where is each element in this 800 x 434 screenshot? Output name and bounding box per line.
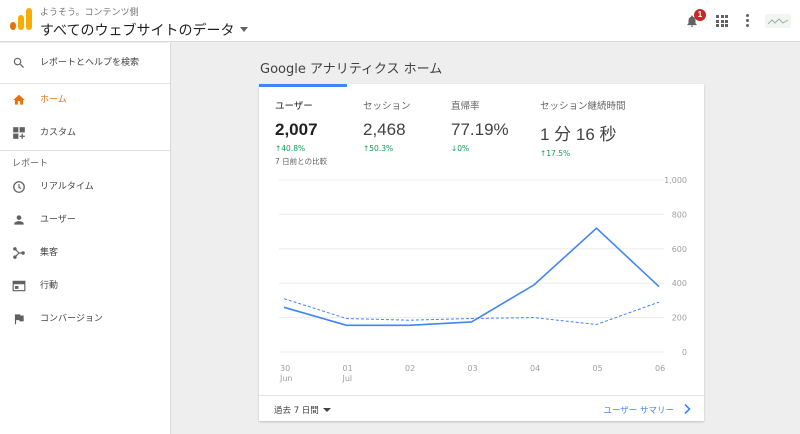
x-tick-label: Jul [342, 374, 353, 383]
clock-icon [13, 181, 25, 193]
sidebar-item-audience[interactable]: ユーザー [0, 204, 170, 236]
y-tick-label: 600 [672, 245, 687, 254]
sidebar-nav: レポートとヘルプを検索 ホーム カスタム レポート リアルタイム ユーザー 集客… [0, 43, 171, 434]
x-tick-label: Jun [279, 374, 293, 383]
metric-value: 2,007 [275, 120, 318, 139]
sidebar-search-label: レポートとヘルプを検索 [40, 58, 140, 68]
x-tick-label: 03 [468, 364, 478, 373]
y-tick-label: 800 [672, 210, 687, 219]
notification-badge: 1 [694, 9, 706, 21]
metric-name: セッション継続時間 [540, 101, 626, 112]
acquisition-icon [13, 247, 25, 259]
account-name[interactable]: ようそう。コンテンツ側 [40, 5, 138, 18]
top-app-bar: ようそう。コンテンツ側 すべてのウェブサイトのデータ 1 [0, 0, 800, 42]
person-icon [14, 215, 24, 225]
sidebar-item-acquisition[interactable]: 集客 [0, 237, 170, 269]
audience-overview-link[interactable]: ユーザー サマリー [603, 404, 674, 416]
chevron-down-icon [322, 408, 331, 412]
metric-comparison: 7 日前との比較 [275, 157, 328, 166]
metric-delta: ↑17.5% [540, 149, 571, 158]
metric-value: 77.19% [451, 120, 509, 139]
metric-value: 2,468 [363, 120, 406, 139]
x-tick-label: 02 [405, 364, 415, 373]
sidebar-item-home[interactable]: ホーム [0, 84, 170, 116]
home-icon [13, 94, 25, 105]
sidebar-item-label: リアルタイム [40, 182, 94, 192]
avatar[interactable] [765, 14, 791, 28]
sidebar-item-label: ホーム [40, 95, 67, 105]
sidebar-item-label: 行動 [40, 281, 59, 291]
card-footer: 過去 7 日間 ユーザー サマリー [259, 395, 704, 421]
x-tick-label: 05 [593, 364, 603, 373]
metric-value: 1 分 16 秒 [540, 125, 617, 144]
dashboard-add-icon [13, 127, 25, 139]
metric-tab-session-duration[interactable]: セッション継続時間 1 分 16 秒 ↑17.5% [540, 98, 626, 158]
sidebar-item-label: カスタム [40, 128, 77, 138]
property-name: すべてのウェブサイトのデータ [40, 23, 235, 39]
page-title: Google アナリティクス ホーム [260, 62, 443, 77]
x-tick-label: 04 [530, 364, 540, 373]
y-tick-label: 200 [672, 314, 687, 323]
sidebar-item-conversions[interactable]: コンバージョン [0, 303, 170, 335]
x-tick-label: 06 [655, 364, 665, 373]
series-line-comparison [283, 298, 660, 326]
analytics-logo-icon[interactable] [10, 8, 32, 30]
y-tick-label: 1,000 [664, 176, 687, 185]
sidebar-item-behavior[interactable]: 行動 [0, 270, 170, 302]
chevron-down-icon [240, 27, 249, 32]
property-selector[interactable]: すべてのウェブサイトのデータ [40, 20, 249, 40]
metric-tab-sessions[interactable]: セッション 2,468 ↑50.3% [363, 98, 411, 153]
sidebar-item-label: コンバージョン [40, 314, 103, 324]
date-range-selector[interactable]: 過去 7 日間 [274, 404, 331, 416]
metric-tab-users[interactable]: ユーザー 2,007 ↑40.8% 7 日前との比較 [275, 98, 327, 167]
sidebar-section-reports: レポート [12, 159, 49, 169]
x-tick-label: 30 [280, 364, 290, 373]
sidebar-divider [0, 150, 170, 151]
avatar-image-icon [767, 18, 789, 25]
flag-icon [14, 314, 24, 325]
behavior-icon [12, 280, 26, 292]
sidebar-search[interactable]: レポートとヘルプを検索 [0, 47, 170, 79]
chevron-right-icon[interactable] [682, 403, 692, 415]
more-vert-icon[interactable] [746, 14, 750, 28]
y-tick-label: 400 [672, 279, 687, 288]
sidebar-item-realtime[interactable]: リアルタイム [0, 171, 170, 203]
users-line-chart: 0 200 400 600 800 1,000 30Jun 01Jul 02 03 04 05 06 [279, 176, 687, 383]
y-tick-label: 0 [682, 348, 687, 357]
home-summary-card: ユーザー 2,007 ↑40.8% 7 日前との比較 セッション 2,468 ↑… [259, 84, 704, 421]
metric-delta: ↑50.3% [363, 144, 394, 153]
metric-tab-bounce-rate[interactable]: 直帰率 77.19% ↓0% [451, 98, 509, 153]
search-icon [13, 57, 24, 68]
series-line-current [283, 227, 660, 327]
sidebar-item-label: 集客 [40, 248, 59, 258]
date-range-label: 過去 7 日間 [274, 406, 319, 416]
apps-grid-icon[interactable] [716, 15, 728, 27]
metric-name: セッション [363, 101, 411, 112]
metric-delta: ↑40.8% [275, 144, 306, 153]
sidebar-item-custom[interactable]: カスタム [0, 117, 170, 149]
sidebar-item-label: ユーザー [40, 215, 76, 225]
selected-tab-indicator [259, 84, 347, 87]
metric-delta: ↓0% [451, 144, 470, 153]
x-tick-label: 01 [343, 364, 353, 373]
metric-name: ユーザー [275, 101, 313, 112]
metric-name: 直帰率 [451, 101, 480, 112]
